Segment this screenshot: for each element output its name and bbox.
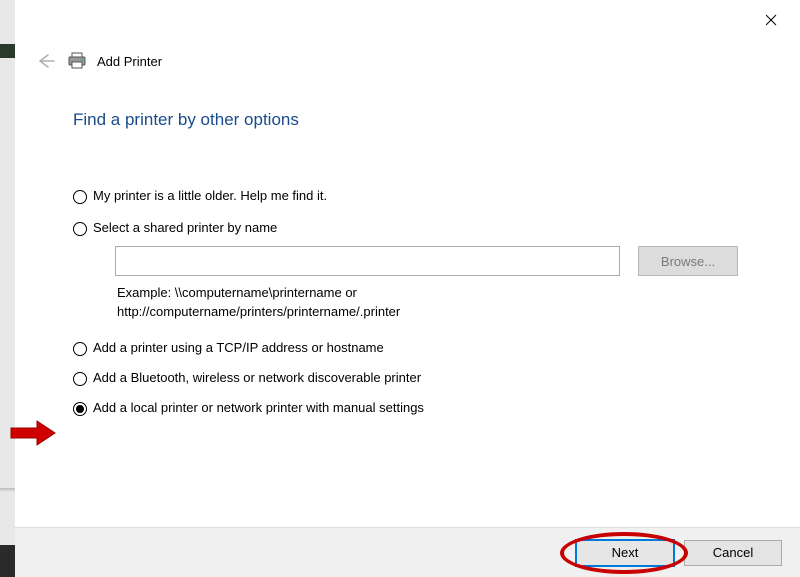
dialog-footer: Next Cancel bbox=[15, 527, 800, 577]
radio-icon[interactable] bbox=[73, 342, 87, 356]
background-left-strip bbox=[0, 0, 15, 577]
example-text: Example: \\computername\printername or h… bbox=[117, 284, 773, 322]
printer-icon bbox=[67, 52, 87, 70]
radio-icon[interactable] bbox=[73, 402, 87, 416]
option-label: My printer is a little older. Help me fi… bbox=[93, 188, 327, 203]
option-tcpip[interactable]: Add a printer using a TCP/IP address or … bbox=[73, 340, 773, 356]
example-line: http://computername/printers/printername… bbox=[117, 304, 400, 319]
close-button[interactable] bbox=[756, 8, 786, 32]
option-label: Add a local printer or network printer w… bbox=[93, 400, 424, 415]
option-shared-printer[interactable]: Select a shared printer by name bbox=[73, 220, 773, 236]
option-local-printer[interactable]: Add a local printer or network printer w… bbox=[73, 400, 773, 416]
bg-fragment bbox=[0, 44, 15, 58]
bg-fragment bbox=[0, 488, 15, 492]
cancel-button[interactable]: Cancel bbox=[684, 540, 782, 566]
next-button[interactable]: Next bbox=[576, 540, 674, 566]
dialog-title: Add Printer bbox=[97, 54, 162, 69]
radio-icon[interactable] bbox=[73, 222, 87, 236]
option-bluetooth[interactable]: Add a Bluetooth, wireless or network dis… bbox=[73, 370, 773, 386]
option-older-printer[interactable]: My printer is a little older. Help me fi… bbox=[73, 188, 773, 204]
bg-fragment bbox=[0, 545, 15, 577]
browse-button: Browse... bbox=[638, 246, 738, 276]
radio-icon[interactable] bbox=[73, 372, 87, 386]
back-button[interactable] bbox=[35, 50, 57, 72]
shared-printer-details: Browse... Example: \\computername\printe… bbox=[115, 246, 773, 322]
add-printer-dialog: Add Printer Find a printer by other opti… bbox=[15, 0, 800, 577]
example-line: Example: \\computername\printername or bbox=[117, 285, 357, 300]
page-heading: Find a printer by other options bbox=[73, 110, 299, 130]
options-group: My printer is a little older. Help me fi… bbox=[73, 188, 773, 430]
shared-printer-name-input bbox=[115, 246, 620, 276]
option-label: Add a Bluetooth, wireless or network dis… bbox=[93, 370, 421, 385]
option-label: Add a printer using a TCP/IP address or … bbox=[93, 340, 384, 355]
close-icon bbox=[765, 14, 777, 26]
radio-icon[interactable] bbox=[73, 190, 87, 204]
option-label: Select a shared printer by name bbox=[93, 220, 277, 235]
back-arrow-icon bbox=[36, 53, 56, 69]
dialog-header: Add Printer bbox=[35, 50, 162, 72]
